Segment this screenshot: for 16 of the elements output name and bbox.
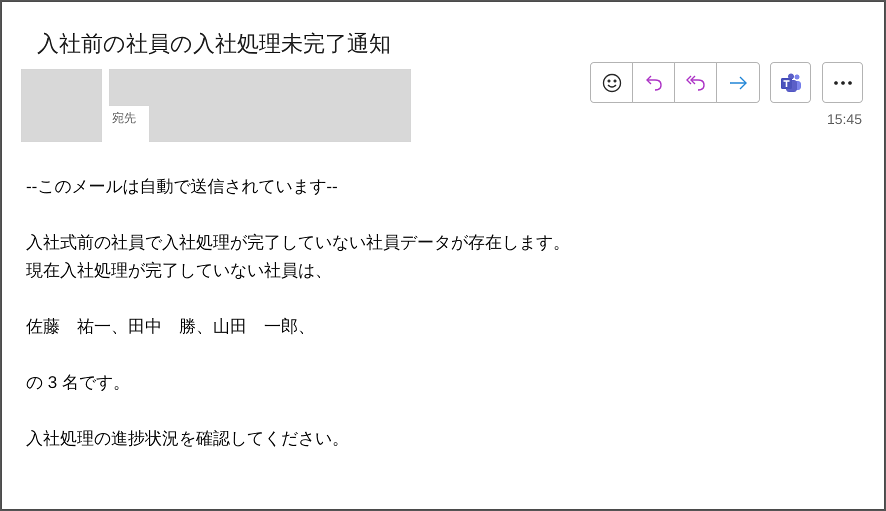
- body-text-line: 入社処理の進捗状況を確認してください。: [26, 428, 350, 450]
- body-text-line: 佐藤 祐一、田中 勝、山田 一郎、: [26, 316, 316, 338]
- reply-icon: [644, 72, 664, 92]
- more-icon: [834, 80, 852, 84]
- email-subject: 入社前の社員の入社処理未完了通知: [37, 30, 391, 58]
- body-text-line: 現在入社処理が完了していない社員は、: [26, 260, 333, 282]
- recipient-label: 宛先: [112, 110, 136, 126]
- received-time: 15:45: [826, 110, 862, 128]
- reply-all-icon: [684, 72, 706, 92]
- body-text-line: 入社式前の社員で入社処理が完了していない社員データが存在します。: [26, 232, 570, 254]
- body-text-line: の 3 名です。: [26, 372, 131, 394]
- teams-icon: [780, 72, 802, 92]
- body-text-line: --このメールは自動で送信されています--: [26, 176, 339, 198]
- teams-button[interactable]: [770, 62, 811, 103]
- forward-icon: [728, 74, 748, 90]
- smiley-icon: [602, 72, 622, 92]
